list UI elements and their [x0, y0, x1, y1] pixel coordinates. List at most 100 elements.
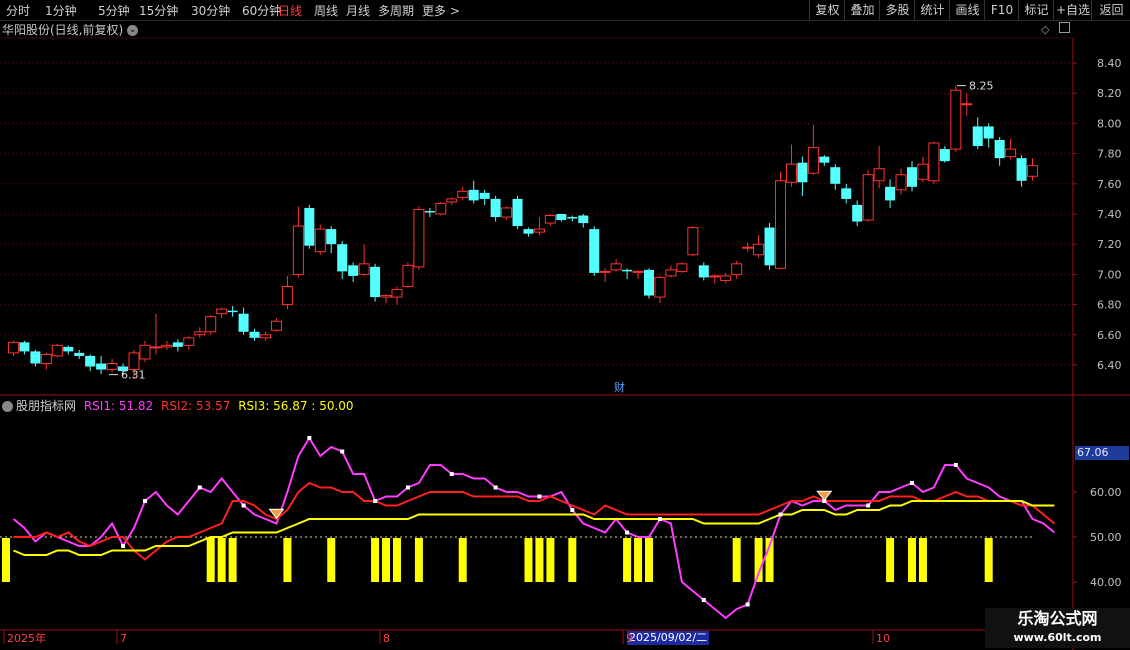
candle-body-33: [370, 266, 381, 298]
candle-body-87: [961, 103, 973, 106]
candle-body-89: [983, 126, 994, 139]
rsi1-marker-8: [449, 472, 454, 476]
candle-body-61: [676, 263, 688, 272]
signal-bar-20: [886, 538, 895, 582]
candle-body-82: [906, 167, 917, 187]
signal-bar-21: [907, 538, 916, 582]
price-tick-label-6: 7.60: [1097, 178, 1122, 191]
rsi1-marker-13: [657, 517, 662, 521]
candle-body-47: [523, 229, 534, 234]
candle-body-31: [348, 265, 359, 276]
candle-body-11: [128, 352, 140, 371]
candle-body-26: [292, 225, 304, 275]
candle-body-24: [270, 320, 282, 331]
rsi-line-1: [12, 436, 1056, 620]
candle-body-56: [622, 269, 633, 272]
rsi-line-2: [13, 481, 1056, 561]
candle-body-60: [665, 269, 677, 277]
candle-body-49: [544, 215, 556, 224]
candle-body-12: [139, 344, 151, 360]
candle-body-48: [533, 228, 545, 233]
candle-body-67: [742, 246, 754, 249]
candle-body-22: [249, 331, 260, 338]
candle-body-85: [939, 149, 950, 162]
candle-body-86: [950, 89, 962, 150]
time-label-0: 2025年: [7, 631, 46, 645]
candle-body-72: [797, 162, 808, 183]
signal-bar-7: [392, 538, 401, 582]
candle-body-13: [150, 346, 162, 349]
candle-body-20: [227, 310, 238, 313]
candle-body-3: [40, 353, 52, 364]
price-tick-label-8: 8.00: [1097, 117, 1122, 130]
candle-body-62: [687, 227, 699, 256]
candle-body-18: [205, 316, 217, 333]
candle-body-39: [435, 202, 447, 215]
candle-body-83: [917, 163, 929, 180]
signal-bar-1: [217, 538, 226, 582]
candle-body-73: [807, 147, 819, 174]
rsi1-marker-14: [701, 598, 706, 602]
candle-body-50: [556, 214, 567, 221]
candle-body-76: [841, 188, 852, 199]
candle-body-68: [753, 243, 765, 256]
candle-body-29: [326, 229, 337, 245]
rsi1-marker-0: [121, 544, 126, 548]
signal-bar-17: [732, 538, 741, 582]
signal-bar-3: [283, 538, 292, 582]
candle-body-30: [337, 244, 348, 272]
time-label-4: 10: [876, 632, 890, 645]
price-tick-label-1: 6.60: [1097, 329, 1122, 342]
candle-body-90: [994, 140, 1005, 159]
signal-bar-0: [206, 538, 215, 582]
signal-bar-2: [228, 538, 237, 582]
candle-body-69: [764, 227, 775, 266]
candle-body-71: [785, 163, 797, 183]
candle-body-38: [424, 210, 435, 213]
candle-body-75: [830, 167, 841, 184]
candle-body-43: [479, 192, 490, 199]
candle-body-9: [106, 362, 118, 371]
price-tick-label-4: 7.20: [1097, 238, 1122, 251]
candle-body-8: [96, 363, 107, 370]
rsi-tick-label-0: 40.00: [1090, 576, 1122, 589]
candle-body-35: [391, 289, 403, 298]
candle-body-45: [501, 207, 513, 218]
rsi1-marker-19: [909, 481, 914, 485]
signal-bar-5: [371, 538, 380, 582]
candle-body-14: [161, 344, 173, 348]
candle-body-25: [281, 285, 293, 306]
candle-body-36: [402, 264, 414, 287]
candle-body-58: [644, 269, 655, 296]
candle-body-84: [928, 142, 940, 182]
candle-body-54: [599, 270, 611, 273]
signal-bar-10: [524, 538, 533, 582]
signal-bar-4: [327, 538, 336, 582]
time-label-2: 8: [383, 632, 390, 645]
candle-body-81: [895, 174, 907, 191]
rsi1-marker-10: [537, 494, 542, 499]
price-tick-label-9: 8.20: [1097, 87, 1122, 100]
candle-body-88: [972, 126, 983, 147]
event-marker-1: 财: [614, 380, 625, 394]
candle-body-16: [183, 337, 195, 346]
candle-body-93: [1027, 165, 1039, 177]
rsi1-marker-1: [142, 499, 147, 503]
signal-bar-13: [568, 538, 577, 582]
candle-body-32: [358, 263, 370, 275]
rsi-tick-label-2: 60.00: [1090, 486, 1122, 499]
signal-bar-14: [623, 538, 632, 582]
rsi-tick-label-1: 50.00: [1090, 531, 1122, 544]
signal-bar-9: [458, 538, 467, 582]
low-annotation-label: 6.31: [121, 369, 146, 382]
rsi-line-3: [13, 500, 1055, 556]
candle-body-46: [512, 198, 523, 227]
candle-body-2: [30, 351, 41, 364]
candle-body-44: [490, 198, 501, 218]
price-tick-label-3: 7.00: [1097, 268, 1122, 281]
time-label-1: 7: [120, 632, 127, 645]
candle-body-27: [304, 207, 315, 246]
time-label-3: 9: [626, 632, 633, 645]
candle-body-92: [1016, 158, 1027, 181]
stock-chart[interactable]: 6.40 6.60 6.80 7.00 7.20 7.40 7.60 7.80 8.00 8.20…: [0, 0, 1130, 650]
